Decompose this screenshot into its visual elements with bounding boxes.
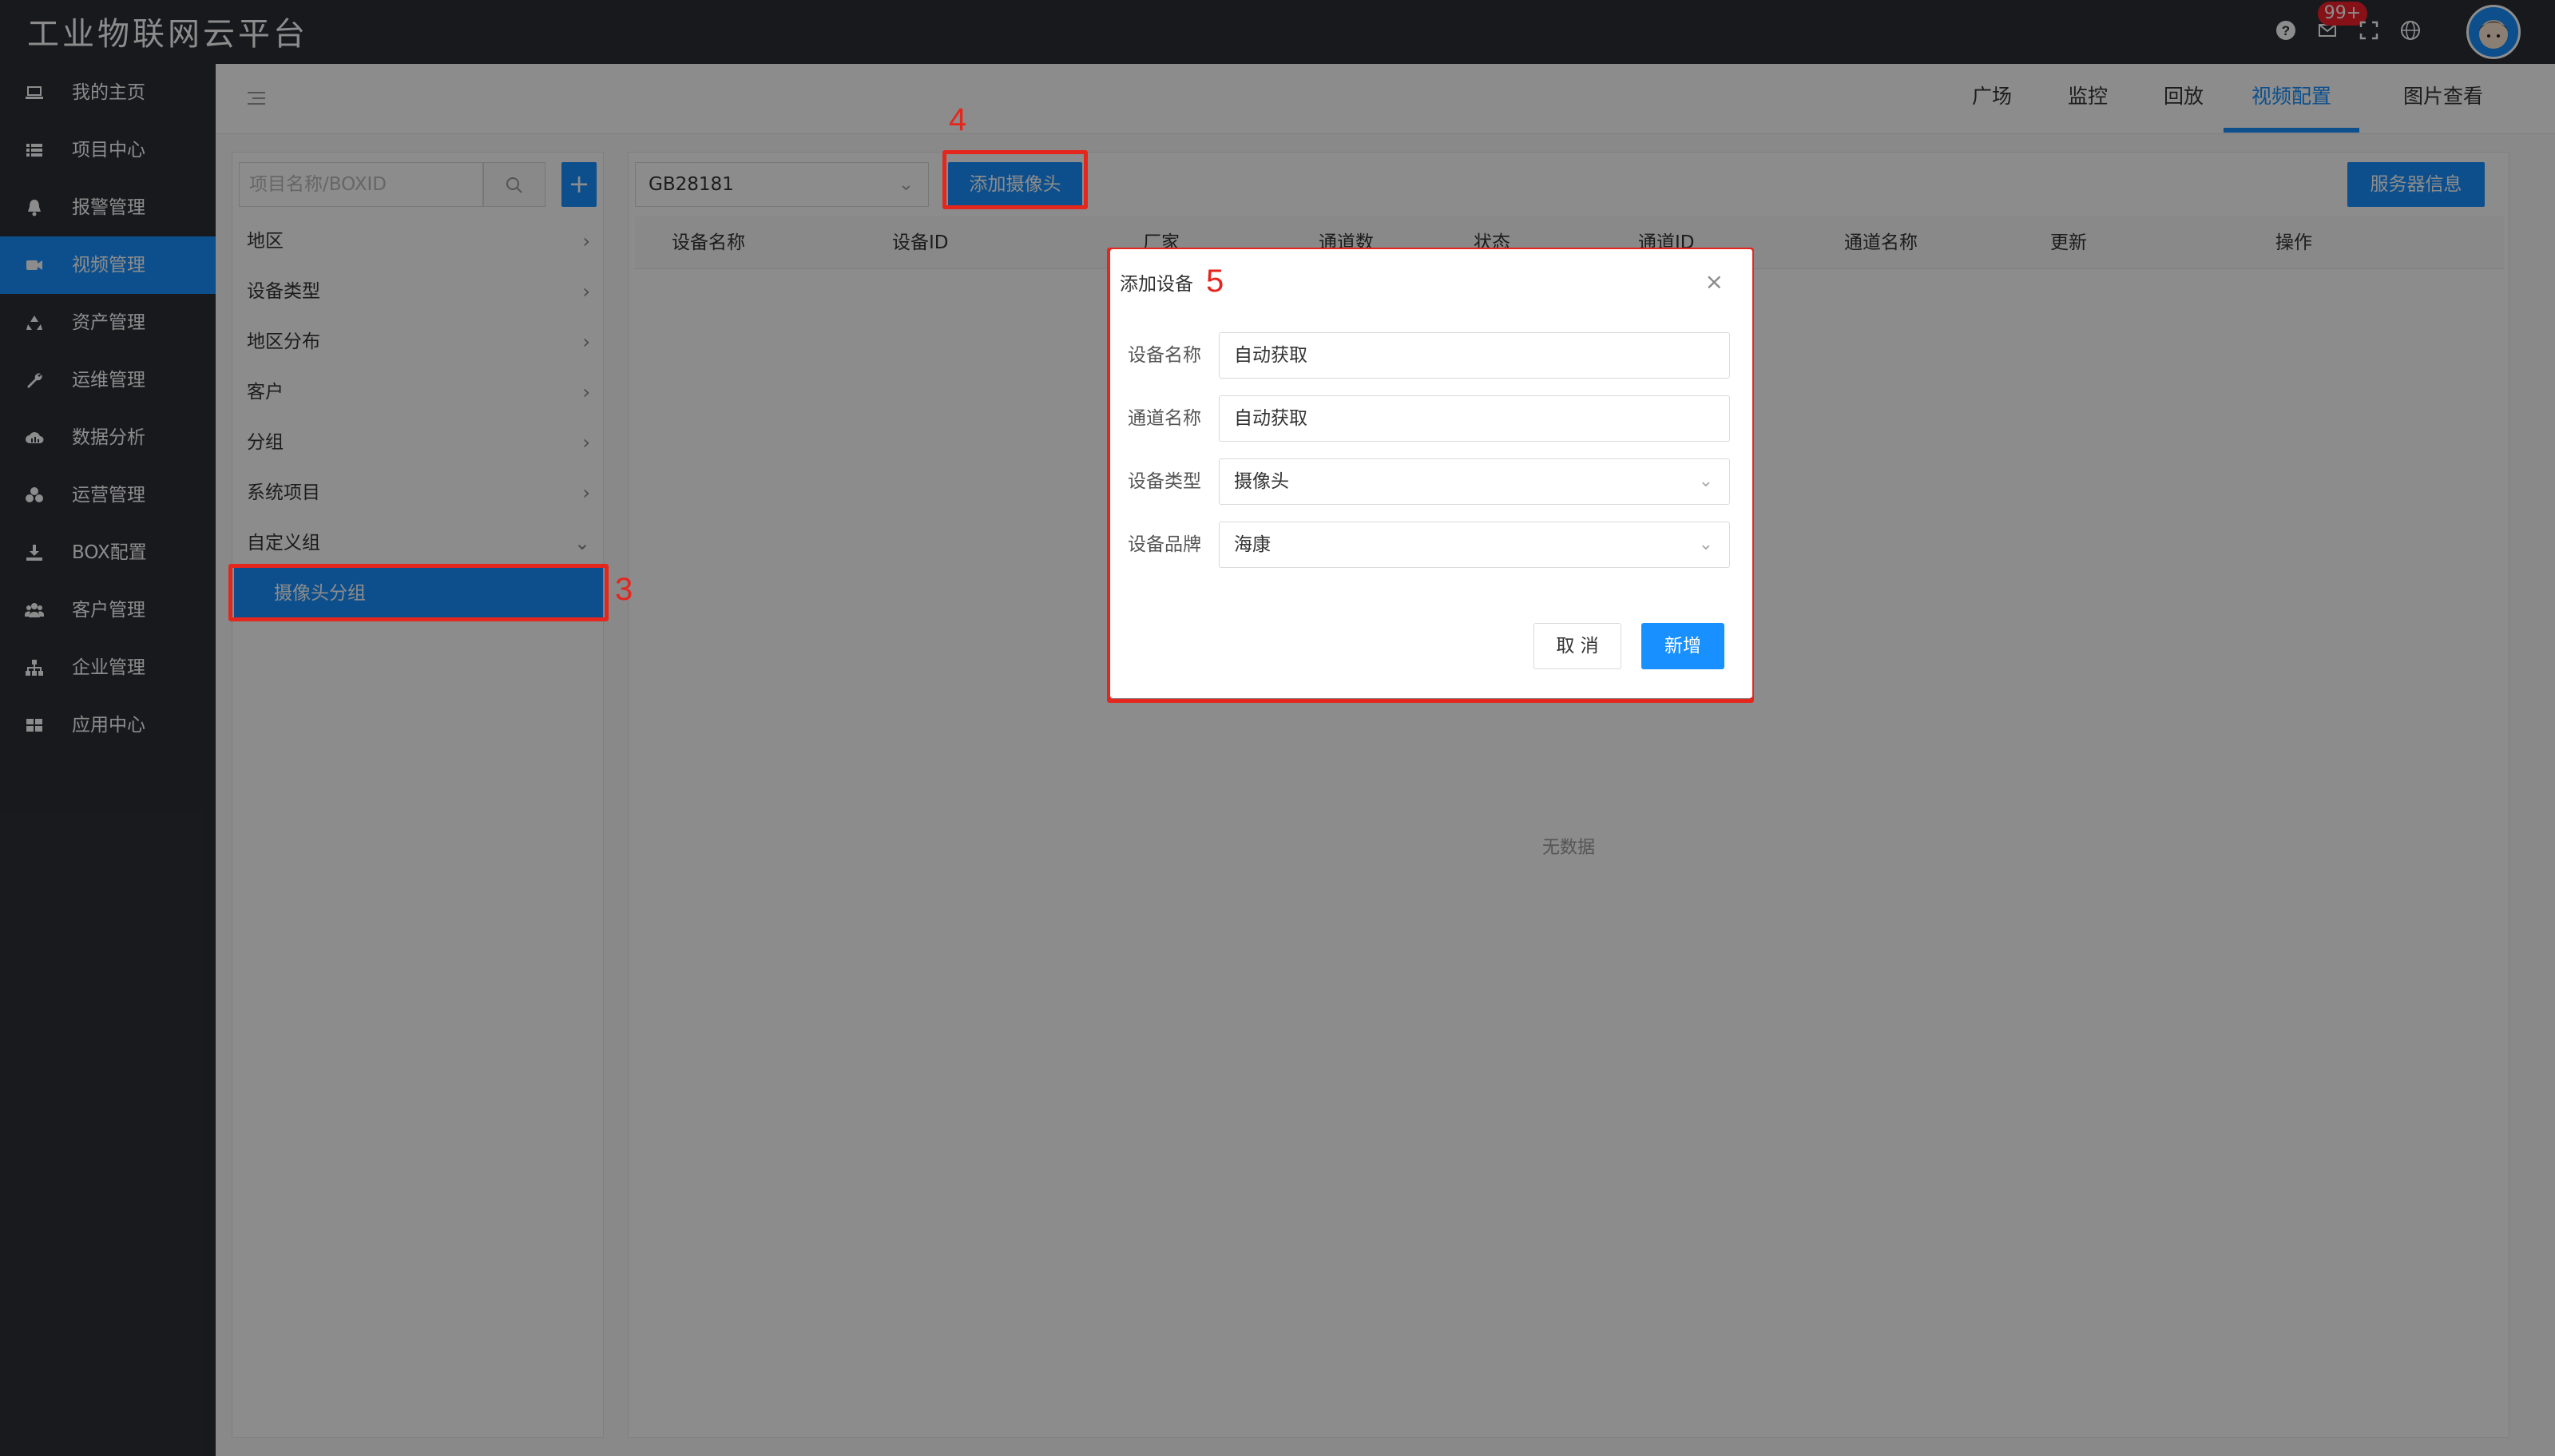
- device-brand-select[interactable]: 海康 ⌄: [1219, 522, 1730, 568]
- tab-monitor[interactable]: 监控: [2049, 64, 2126, 133]
- chevron-right-icon: ›: [582, 482, 590, 504]
- chevron-right-icon: ›: [582, 331, 590, 353]
- sidebar-item-box-config[interactable]: BOX配置: [0, 524, 216, 581]
- column-header: 设备ID: [892, 232, 949, 253]
- tree-item-customer[interactable]: 客户 ›: [232, 367, 603, 418]
- cubes-icon: [22, 466, 46, 524]
- tree-item-custom-group[interactable]: 自定义组 ⌄: [232, 518, 603, 569]
- tree-item-device-type[interactable]: 设备类型 ›: [232, 267, 603, 317]
- step-number-5: 5: [1206, 264, 1224, 299]
- column-header: 通道名称: [1844, 232, 1918, 253]
- step-number-4: 4: [949, 102, 967, 137]
- highlight-box-step4: [942, 150, 1088, 209]
- channel-name-label: 通道名称: [1128, 408, 1201, 429]
- recycle-icon: [22, 294, 46, 351]
- video-icon: [22, 236, 46, 294]
- sidebar-item-analytics[interactable]: 数据分析: [0, 409, 216, 466]
- svg-text:?: ?: [2282, 23, 2290, 38]
- chevron-down-icon: ⌄: [1698, 471, 1713, 491]
- sidebar-item-maintenance[interactable]: 运维管理: [0, 351, 216, 409]
- app-header: 工业物联网云平台 ? 99+: [0, 0, 2555, 64]
- search-input[interactable]: 项目名称/BOXID: [239, 162, 483, 207]
- laptop-icon: [22, 64, 46, 121]
- sidebar-item-assets[interactable]: 资产管理: [0, 294, 216, 351]
- tree-item-region[interactable]: 地区 ›: [232, 216, 603, 267]
- tab-video-config[interactable]: 视频配置: [2224, 64, 2359, 133]
- wrench-icon: [22, 351, 46, 409]
- download-icon: [22, 524, 46, 581]
- app-title: 工业物联网云平台: [27, 16, 308, 53]
- device-type-label: 设备类型: [1128, 471, 1201, 492]
- protocol-select[interactable]: GB28181 ⌄: [635, 162, 929, 207]
- tree-panel: 项目名称/BOXID + 地区 › 设备类型 › 地区分布 › 客户 › 分组 › 系统项…: [232, 152, 604, 1438]
- add-group-button[interactable]: +: [561, 162, 597, 207]
- sidebar-item-home[interactable]: 我的主页: [0, 64, 216, 121]
- sidebar-item-operations[interactable]: 运营管理: [0, 466, 216, 524]
- chevron-right-icon: ›: [582, 381, 590, 403]
- sidebar: 我的主页 项目中心 报警管理 视频管理 资产管理 运维管理 数据分析 运营管理 …: [0, 64, 216, 1456]
- tab-square[interactable]: 广场: [1954, 64, 2030, 133]
- sidebar-item-video[interactable]: 视频管理: [0, 236, 216, 294]
- users-icon: [22, 581, 46, 639]
- tree-item-system-project[interactable]: 系统项目 ›: [232, 468, 603, 518]
- user-avatar[interactable]: [2466, 5, 2521, 59]
- sidebar-item-alarms[interactable]: 报警管理: [0, 179, 216, 236]
- top-nav: 广场 监控 回放 视频配置 图片查看: [216, 64, 2555, 134]
- cloud-chart-icon: [22, 409, 46, 466]
- column-header: 更新: [2050, 232, 2087, 253]
- search-button[interactable]: [483, 162, 546, 207]
- column-header: 设备名称: [672, 232, 745, 253]
- device-type-select[interactable]: 摄像头 ⌄: [1219, 458, 1730, 505]
- empty-state: 无数据: [1542, 838, 1596, 858]
- chevron-down-icon: ⌄: [1698, 534, 1713, 554]
- bell-icon: [22, 179, 46, 236]
- device-name-input[interactable]: 自动获取: [1219, 332, 1730, 379]
- chevron-right-icon: ›: [582, 280, 590, 303]
- tab-playback[interactable]: 回放: [2145, 64, 2222, 133]
- fullscreen-icon[interactable]: [2356, 19, 2382, 45]
- close-icon[interactable]: ×: [1705, 268, 1724, 295]
- submit-button[interactable]: 新增: [1641, 623, 1724, 669]
- chevron-down-icon: ⌄: [573, 532, 590, 554]
- sidebar-item-enterprise[interactable]: 企业管理: [0, 639, 216, 696]
- tree-item-region-distribution[interactable]: 地区分布 ›: [232, 317, 603, 367]
- device-brand-label: 设备品牌: [1128, 534, 1201, 555]
- list-icon: [22, 121, 46, 179]
- highlight-box-step3: [228, 564, 609, 621]
- sidebar-item-projects[interactable]: 项目中心: [0, 121, 216, 179]
- grid-icon: [22, 696, 46, 754]
- add-device-dialog: 添加设备 5 × 设备名称 自动获取 通道名称 自动获取 设备类型 摄像头 ⌄ …: [1110, 249, 1752, 698]
- device-name-label: 设备名称: [1128, 345, 1201, 366]
- server-info-button[interactable]: 服务器信息: [2347, 162, 2485, 207]
- sitemap-icon: [22, 639, 46, 696]
- chevron-right-icon: ›: [582, 230, 590, 252]
- sidebar-item-customers[interactable]: 客户管理: [0, 581, 216, 639]
- tree-item-group[interactable]: 分组 ›: [232, 418, 603, 468]
- tab-image-view[interactable]: 图片查看: [2375, 64, 2511, 133]
- sidebar-item-apps[interactable]: 应用中心: [0, 696, 216, 754]
- menu-toggle-icon[interactable]: [246, 88, 267, 114]
- help-icon[interactable]: ?: [2273, 19, 2299, 45]
- chevron-right-icon: ›: [582, 431, 590, 454]
- cancel-button[interactable]: 取 消: [1533, 623, 1621, 669]
- chevron-down-icon: ⌄: [898, 174, 914, 195]
- column-header: 操作: [2275, 232, 2312, 253]
- channel-name-input[interactable]: 自动获取: [1219, 395, 1730, 442]
- dialog-title: 添加设备: [1120, 274, 1193, 295]
- language-icon[interactable]: [2398, 19, 2423, 45]
- search-icon: [506, 177, 522, 193]
- step-number-3: 3: [615, 572, 633, 607]
